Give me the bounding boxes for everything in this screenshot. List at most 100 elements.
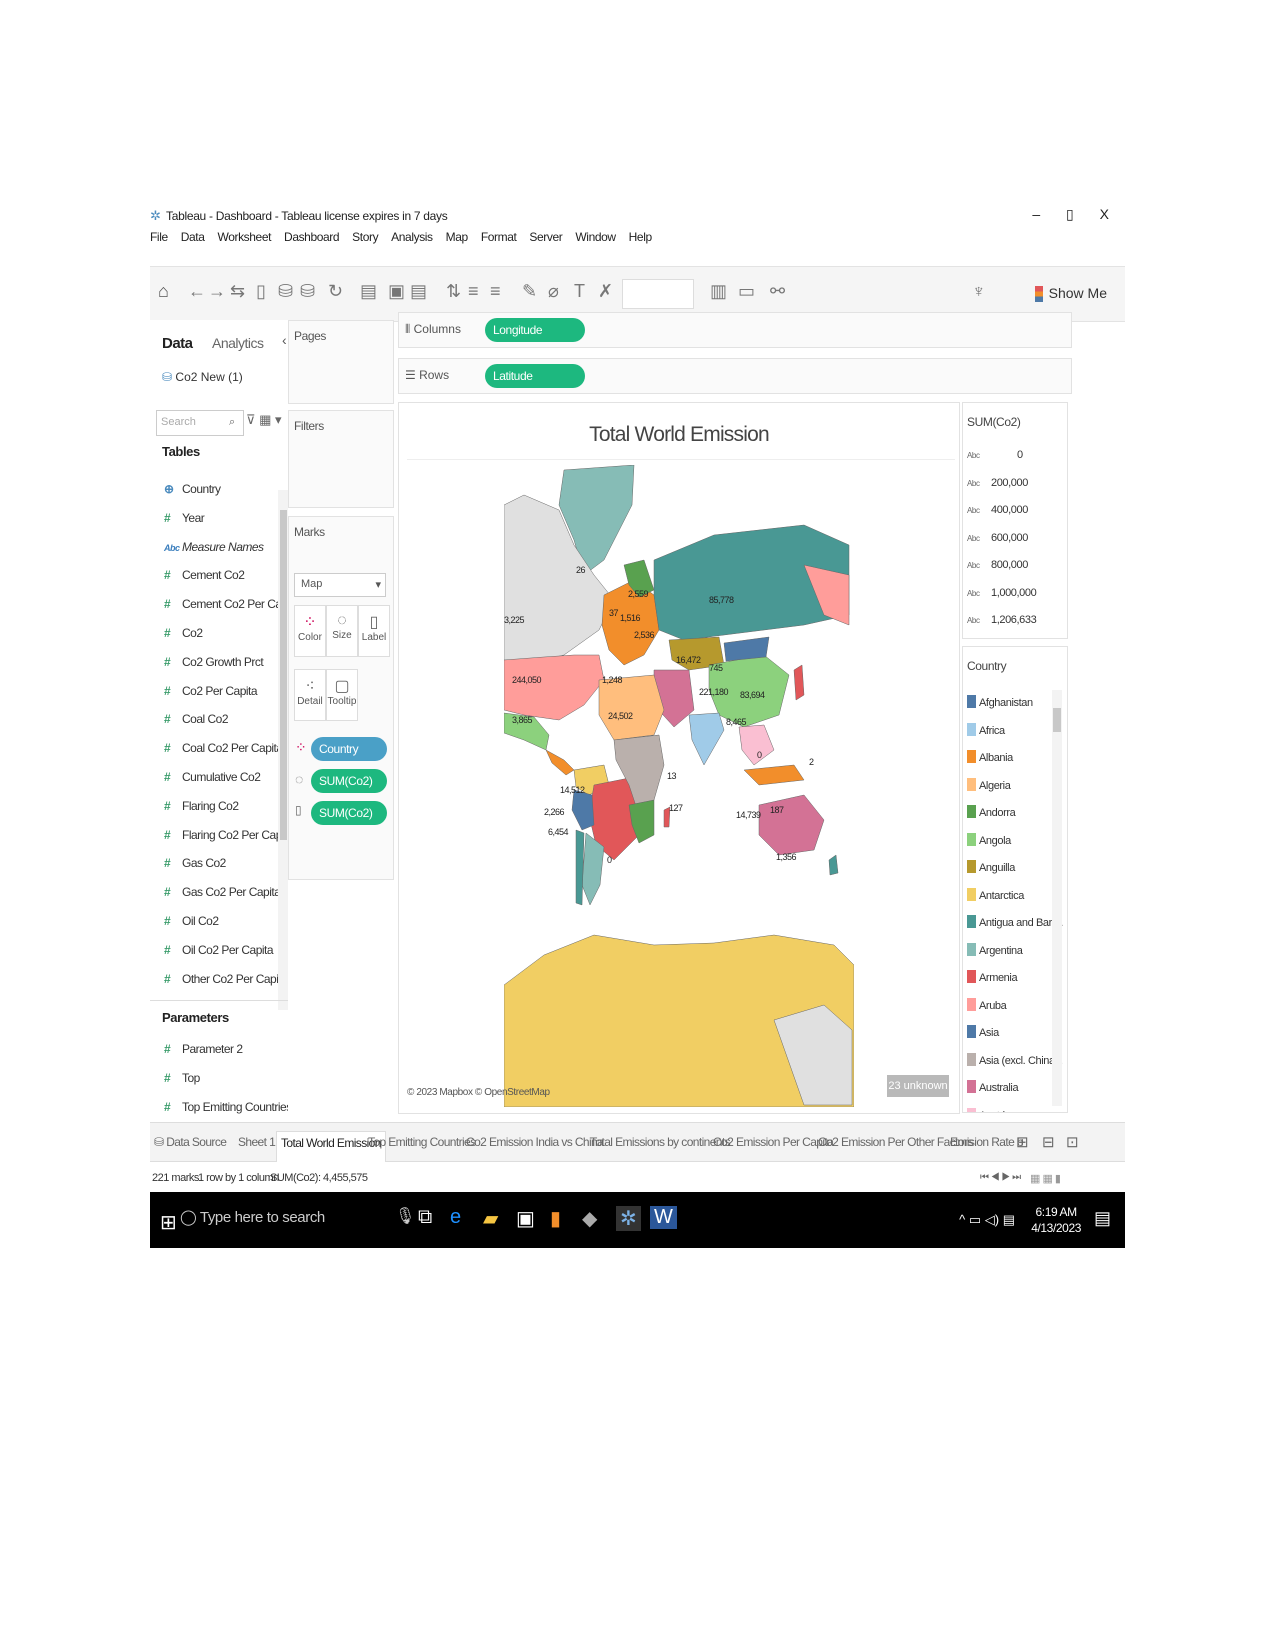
detail-button[interactable]: ⁖ Detail bbox=[294, 669, 326, 721]
menu-data[interactable]: Data bbox=[181, 230, 205, 244]
map-view[interactable]: Total World Emission 3,225 26 85,778 244… bbox=[398, 402, 960, 1114]
longitude-pill[interactable]: Longitude (generated) bbox=[485, 318, 585, 361]
clear-sheet-icon[interactable]: ▤ bbox=[410, 281, 427, 302]
edge-icon[interactable]: e bbox=[450, 1206, 461, 1229]
tableau-taskbar-icon[interactable]: ✲ bbox=[616, 1206, 641, 1231]
minimize-button[interactable]: – bbox=[1032, 206, 1040, 222]
save-icon[interactable]: ▯ bbox=[256, 281, 266, 302]
size-legend-item[interactable]: Abc 1,206,633 bbox=[967, 614, 1037, 626]
field-item[interactable]: # Coal Co2 Per Capita bbox=[164, 741, 283, 755]
color-legend-item[interactable]: Antigua and Barb.. bbox=[967, 915, 1063, 929]
sum-co2-size-pill[interactable]: SUM(Co2) bbox=[311, 769, 387, 793]
menu-map[interactable]: Map bbox=[446, 230, 469, 244]
fix-axes-icon[interactable]: ✗ bbox=[598, 281, 613, 302]
mark-type-dropdown[interactable]: Map ▾ bbox=[294, 573, 386, 597]
color-legend-item[interactable]: Aruba bbox=[967, 997, 1007, 1012]
replay-icon[interactable]: ⇆ bbox=[230, 281, 245, 302]
unknown-indicator[interactable]: 23 unknown bbox=[887, 1075, 949, 1097]
field-item[interactable]: # Co2 bbox=[164, 626, 203, 640]
color-button[interactable]: ⁘ Color bbox=[294, 605, 326, 657]
datasource-item[interactable]: ⛁ Co2 New (1) bbox=[162, 370, 243, 384]
new-story-tab-icon[interactable]: ⊡ bbox=[1066, 1133, 1079, 1151]
task-view-icon[interactable]: ⧉ bbox=[418, 1206, 432, 1229]
color-legend-item[interactable]: Angola bbox=[967, 832, 1011, 847]
sheet-tab[interactable]: Co2 Emission India vs China bbox=[466, 1135, 604, 1149]
map-mark-label[interactable]: 8,465 bbox=[726, 717, 747, 727]
map-mark-label[interactable]: 0 bbox=[607, 855, 612, 865]
restore-button[interactable]: ▯ bbox=[1066, 206, 1074, 222]
map-mark-label[interactable]: 2,536 bbox=[634, 630, 655, 640]
field-item[interactable]: # Gas Co2 Per Capita bbox=[164, 885, 281, 899]
field-item[interactable]: # Flaring Co2 bbox=[164, 799, 239, 813]
field-item[interactable]: # Other Co2 Per Capita bbox=[164, 972, 288, 986]
color-legend-item[interactable]: Albania bbox=[967, 750, 1013, 764]
new-dashboard-tab-icon[interactable]: ⊟ bbox=[1042, 1133, 1055, 1151]
color-legend-item[interactable]: Austria bbox=[967, 1107, 1011, 1112]
menu-format[interactable]: Format bbox=[481, 230, 517, 244]
windows-start-icon[interactable]: ⊞ bbox=[160, 1210, 177, 1235]
share-icon[interactable]: ⚯ bbox=[770, 281, 785, 302]
word-icon[interactable]: W bbox=[650, 1206, 677, 1229]
store-icon[interactable]: ▣ bbox=[516, 1206, 535, 1231]
map-mark-label[interactable]: 1,516 bbox=[620, 613, 641, 623]
new-worksheet-tab-icon[interactable]: ⊞ bbox=[1016, 1133, 1029, 1151]
color-legend-item[interactable]: Algeria bbox=[967, 777, 1011, 792]
map-mark-label[interactable]: 2 bbox=[809, 757, 814, 767]
color-legend-item[interactable]: Argentina bbox=[967, 942, 1023, 957]
color-legend-item[interactable]: Andorra bbox=[967, 805, 1016, 819]
parameter-item[interactable]: # Top bbox=[164, 1071, 200, 1085]
size-legend-item[interactable]: Abc 600,000 bbox=[967, 532, 1028, 544]
sum-co2-label-pill[interactable]: SUM(Co2) bbox=[311, 801, 387, 825]
map-mark-label[interactable]: 221,180 bbox=[699, 687, 729, 697]
latitude-pill[interactable]: Latitude (generated) bbox=[485, 364, 585, 407]
close-button[interactable]: X bbox=[1100, 206, 1109, 222]
size-button[interactable]: ◌ Size bbox=[326, 605, 358, 657]
file-explorer-icon[interactable]: ▰ bbox=[483, 1206, 498, 1231]
country-pill[interactable]: Country bbox=[311, 737, 387, 761]
menu-window[interactable]: Window bbox=[575, 230, 616, 244]
map-mark-label[interactable]: 127 bbox=[669, 803, 683, 813]
sheet-tab[interactable]: Top Emitting Countries bbox=[368, 1135, 476, 1149]
tab-data[interactable]: Data bbox=[162, 335, 193, 352]
color-legend-item[interactable]: Australia bbox=[967, 1080, 1019, 1094]
undo-icon[interactable]: ← bbox=[188, 281, 206, 302]
color-legend-item[interactable]: Armenia bbox=[967, 970, 1018, 984]
color-legend-item[interactable]: Anguilla bbox=[967, 860, 1015, 874]
map-mark-label[interactable]: 187 bbox=[770, 805, 784, 815]
tooltip-button[interactable]: ▢ Tooltip bbox=[326, 669, 358, 721]
menu-worksheet[interactable]: Worksheet bbox=[218, 230, 272, 244]
sheet-tab[interactable]: Sheet 1 bbox=[238, 1135, 276, 1149]
sheet-nav-icon[interactable]: ⏮ ◀ ▶ ⏭ bbox=[980, 1172, 1021, 1183]
map-mark-label[interactable]: 3,225 bbox=[504, 615, 525, 625]
sheet-tab[interactable]: Emision Rate b bbox=[950, 1135, 1024, 1149]
tab-data-source[interactable]: ⛁ Data Source bbox=[154, 1135, 227, 1149]
size-legend-item[interactable]: Abc 400,000 bbox=[967, 504, 1028, 516]
home-icon[interactable]: ⌂ bbox=[158, 281, 169, 302]
highlight-icon[interactable]: ✎ bbox=[522, 281, 537, 302]
taskbar-search[interactable]: ◯ Type here to search bbox=[180, 1208, 325, 1226]
columns-shelf[interactable]: ⦀ Columns Longitude (generated) bbox=[398, 312, 1072, 361]
new-worksheet-icon[interactable]: ▤ bbox=[360, 281, 377, 302]
size-legend-item[interactable]: Abc 200,000 bbox=[967, 477, 1028, 489]
label-button[interactable]: ▯ Label bbox=[358, 605, 390, 657]
field-item[interactable]: # Flaring Co2 Per Capita bbox=[164, 828, 294, 842]
filter-icon[interactable]: ⊽ ▦ ▾ bbox=[246, 412, 282, 428]
color-legend-item[interactable]: Afghanistan bbox=[967, 695, 1033, 709]
map-credit[interactable]: © 2023 Mapbox © OpenStreetMap bbox=[407, 1087, 550, 1098]
map-mark-label[interactable]: 14,512 bbox=[560, 785, 585, 795]
field-item[interactable]: # Gas Co2 bbox=[164, 856, 226, 870]
field-item[interactable]: # Co2 Per Capita bbox=[164, 684, 258, 698]
field-item[interactable]: # Year bbox=[164, 511, 205, 525]
show-labels-icon[interactable]: T bbox=[574, 281, 585, 302]
menu-story[interactable]: Story bbox=[352, 230, 378, 244]
size-legend-item[interactable]: Abc 1,000,000 bbox=[967, 587, 1037, 599]
sort-asc-icon[interactable]: ≡ bbox=[468, 281, 479, 302]
menu-server[interactable]: Server bbox=[529, 230, 562, 244]
map-mark-label[interactable]: 1,248 bbox=[602, 675, 623, 685]
swap-icon[interactable]: ⇅ bbox=[446, 281, 461, 302]
duplicate-icon[interactable]: ▣ bbox=[388, 281, 405, 302]
color-legend-item[interactable]: Antarctica bbox=[967, 887, 1024, 902]
world-map[interactable]: 3,225 26 85,778 244,050 221,180 3,865 14,512 2,… bbox=[504, 465, 854, 1107]
redo-icon[interactable]: → bbox=[208, 281, 226, 302]
search-input[interactable]: Search ⌕ bbox=[156, 410, 244, 436]
